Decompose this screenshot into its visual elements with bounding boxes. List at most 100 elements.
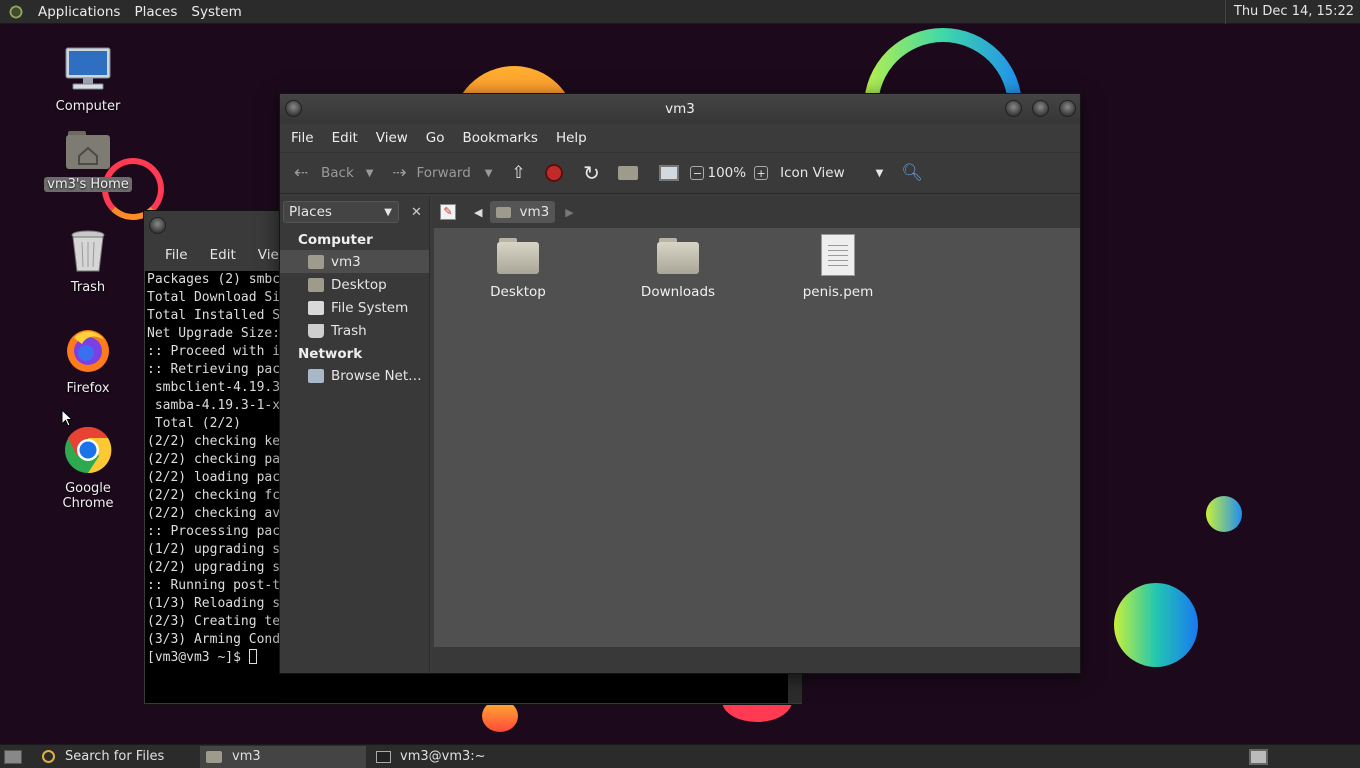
computer-icon[interactable] [659, 165, 680, 181]
path-back-arrow-icon[interactable]: ◀ [474, 206, 482, 219]
sidebar-item-browse-network[interactable]: Browse Net… [280, 364, 429, 387]
close-button[interactable] [1059, 100, 1076, 117]
forward-arrow-icon: ⇢ [392, 163, 407, 183]
minimize-button[interactable] [1005, 100, 1022, 117]
back-history-dropdown-icon[interactable]: ▼ [366, 168, 374, 179]
file-name: Downloads [640, 284, 716, 300]
home-folder-icon [66, 131, 110, 169]
view-mode-select[interactable]: Icon View ▼ [780, 165, 883, 181]
sidebar-places-select[interactable]: Places ▼ [283, 201, 399, 223]
file-item-desktop[interactable]: Desktop [458, 238, 578, 300]
stop-icon[interactable] [545, 164, 564, 182]
distro-logo-icon[interactable] [7, 2, 25, 21]
terminal-icon [376, 750, 391, 763]
zoom-in-icon[interactable]: + [754, 166, 769, 180]
path-bar: ✎ ◀ vm3 ▶ [432, 196, 1080, 228]
terminal-menu-edit[interactable]: Edit [199, 247, 247, 263]
home-icon [308, 254, 324, 269]
sidebar-section-network: Network [298, 346, 363, 362]
file-name: Desktop [490, 284, 546, 300]
sidebar-item-file-system[interactable]: File System [280, 296, 429, 319]
path-forward-arrow-icon[interactable]: ▶ [565, 206, 573, 219]
launcher-label: Search for Files [65, 749, 165, 764]
wallpaper-small-circle [1206, 496, 1242, 532]
taskbar-item-terminal[interactable]: vm3@vm3:~ [370, 746, 570, 768]
zoom-out-icon[interactable]: − [690, 166, 705, 180]
status-bar [432, 647, 1080, 673]
search-for-files-launcher[interactable]: Search for Files [36, 746, 196, 768]
trash-icon [308, 323, 324, 338]
sidebar-item-vm3[interactable]: vm3 [280, 250, 429, 273]
computer-icon [65, 47, 111, 90]
desktop-icon-home[interactable]: vm3's Home [38, 130, 138, 192]
terminal-prompt: [vm3@vm3 ~]$ [147, 650, 249, 665]
file-item-penis-pem[interactable]: penis.pem [778, 234, 898, 300]
zoom-level: 100% [707, 165, 747, 181]
desktop-icon-label: vm3's Home [44, 177, 132, 192]
menu-places[interactable]: Places [127, 4, 184, 20]
back-button[interactable]: ⇠ Back ▼ [288, 163, 374, 183]
edit-location-icon[interactable]: ✎ [440, 204, 456, 220]
desktop-icon-firefox[interactable]: Firefox [38, 326, 138, 396]
menu-bookmarks[interactable]: Bookmarks [454, 130, 547, 146]
menu-help[interactable]: Help [547, 130, 596, 146]
close-sidebar-icon[interactable]: ✕ [411, 205, 422, 220]
fm-sidebar: Places ▼ ✕ Computer vm3 Desktop File Sys… [280, 196, 430, 673]
text-file-icon [821, 234, 855, 276]
home-icon[interactable] [618, 166, 639, 180]
clock[interactable]: Thu Dec 14, 15:22 [1224, 0, 1360, 24]
task-label: vm3@vm3:~ [400, 749, 486, 764]
sidebar-header: Places ▼ ✕ [280, 196, 429, 228]
sidebar-item-trash[interactable]: Trash [280, 319, 429, 342]
path-segment-label: vm3 [519, 204, 550, 220]
home-folder-icon [206, 750, 222, 763]
desktop-icon-chrome[interactable]: Google Chrome [38, 426, 138, 511]
desktop-icon-label: Trash [70, 280, 106, 295]
workspace-switcher-icon[interactable] [1249, 749, 1268, 765]
search-icon[interactable]: 🔍︎ [901, 163, 923, 183]
path-segment-vm3[interactable]: vm3 [490, 201, 556, 223]
sidebar-item-label: Browse Net… [331, 367, 422, 384]
file-view[interactable]: Desktop Downloads penis.pem [434, 228, 1080, 647]
menu-edit[interactable]: Edit [323, 130, 367, 146]
fm-menubar: File Edit View Go Bookmarks Help [280, 124, 1080, 152]
back-arrow-icon: ⇠ [293, 163, 309, 183]
fm-titlebar[interactable]: vm3 [280, 94, 1080, 124]
folder-icon [657, 238, 699, 274]
forward-button[interactable]: ⇢ Forward ▼ [386, 163, 492, 183]
terminal-menu-file[interactable]: File [154, 247, 199, 263]
forward-history-dropdown-icon[interactable]: ▼ [485, 168, 493, 179]
menu-view[interactable]: View [367, 130, 417, 146]
sidebar-item-desktop[interactable]: Desktop [280, 273, 429, 296]
menu-go[interactable]: Go [417, 130, 454, 146]
terminal-cursor [248, 649, 257, 664]
home-icon [496, 206, 512, 218]
bottom-panel: Search for Files vm3 vm3@vm3:~ [0, 744, 1360, 768]
fm-toolbar: ⇠ Back ▼ ⇢ Forward ▼ ⇧ ↻ − 100% + Icon V… [280, 152, 1080, 194]
desktop-icon-label: Firefox [66, 381, 110, 396]
sidebar-item-label: Desktop [331, 276, 387, 293]
menu-applications[interactable]: Applications [31, 4, 127, 20]
reload-icon[interactable]: ↻ [578, 161, 604, 185]
taskbar-item-file-manager[interactable]: vm3 [200, 745, 366, 768]
desktop-folder-icon [308, 277, 324, 292]
desktop-icon-trash[interactable]: Trash [38, 229, 138, 295]
desktop-folder-icon [497, 238, 539, 274]
sidebar-item-label: File System [331, 299, 409, 316]
desktop-icon-label: Computer [55, 99, 121, 114]
file-item-downloads[interactable]: Downloads [618, 238, 738, 300]
sidebar-item-label: Trash [331, 322, 367, 339]
file-manager-window[interactable]: vm3 File Edit View Go Bookmarks Help ⇠ B… [279, 93, 1081, 674]
file-name: penis.pem [802, 284, 874, 300]
menu-file[interactable]: File [282, 130, 323, 146]
up-icon[interactable]: ⇧ [505, 163, 531, 183]
network-icon [308, 368, 324, 383]
menu-system[interactable]: System [184, 4, 248, 20]
chevron-down-icon: ▼ [875, 167, 884, 179]
wallpaper-large-circle [1114, 583, 1198, 667]
firefox-icon [67, 330, 109, 372]
maximize-button[interactable] [1032, 100, 1049, 117]
window-menu-button[interactable] [149, 217, 166, 234]
show-desktop-icon[interactable] [4, 749, 22, 764]
desktop-icon-computer[interactable]: Computer [38, 46, 138, 114]
